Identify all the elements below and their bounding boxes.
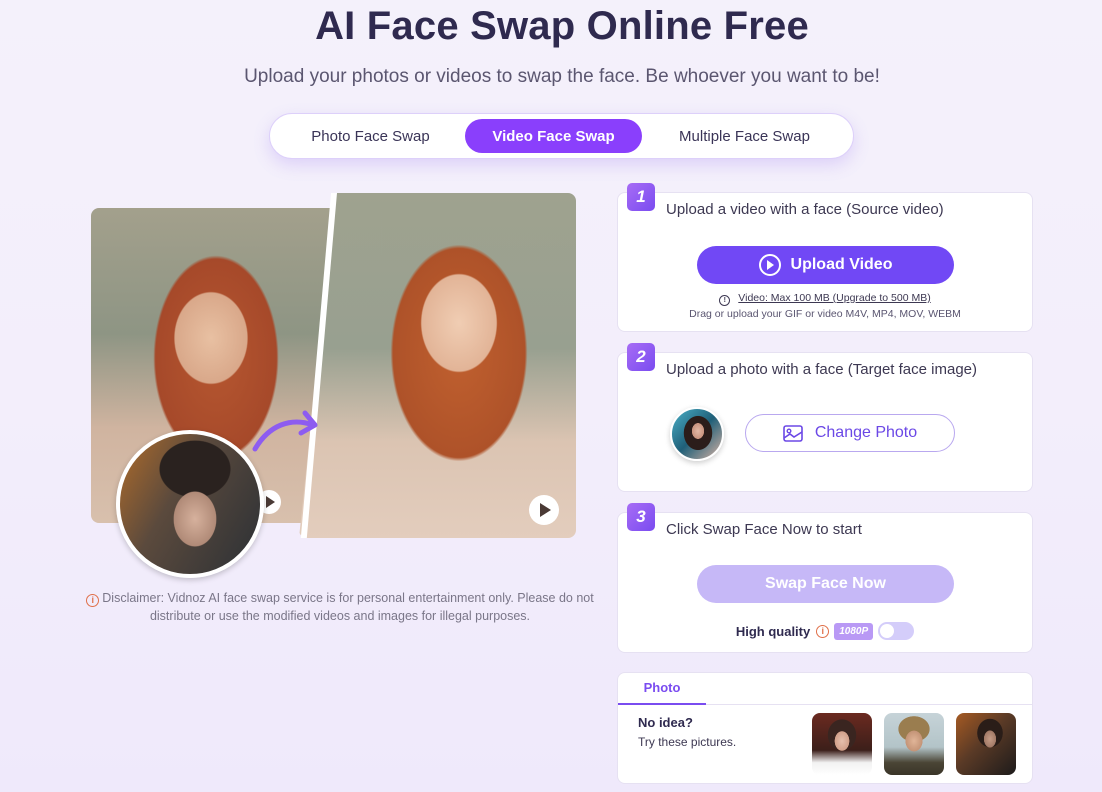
- info-icon[interactable]: i: [816, 624, 830, 638]
- result-video-preview: [299, 193, 576, 538]
- step-2-card: 2 Upload a photo with a face (Target fac…: [617, 343, 1033, 492]
- high-quality-label: High quality: [735, 623, 811, 639]
- change-photo-label: Change Photo: [814, 424, 918, 441]
- disclaimer: i Disclaimer: Vidnoz AI face swap service…: [85, 589, 595, 625]
- supported-formats: Drag or upload your GIF or video M4V, MP…: [689, 308, 961, 320]
- target-face-thumbnail: [116, 430, 264, 578]
- swap-arrow-icon: [252, 410, 318, 452]
- tab-multiple-face-swap[interactable]: Multiple Face Swap: [642, 119, 847, 153]
- swap-face-now-button[interactable]: Swap Face Now: [697, 565, 954, 603]
- upload-video-button[interactable]: Upload Video: [697, 246, 954, 284]
- info-icon: i: [86, 594, 100, 607]
- upload-video-label: Upload Video: [790, 256, 893, 273]
- image-icon: [783, 424, 803, 442]
- mode-tabs: Photo Face Swap Video Face Swap Multiple…: [269, 113, 854, 159]
- sample-picture[interactable]: [812, 713, 872, 775]
- sample-pictures-card: Photo No idea? Try these pictures.: [617, 672, 1033, 784]
- step-3-label: Click Swap Face Now to start: [666, 521, 862, 538]
- change-photo-button[interactable]: Change Photo: [745, 414, 955, 452]
- step-1-card: 1 Upload a video with a face (Source vid…: [617, 183, 1033, 332]
- play-result-button[interactable]: [529, 495, 559, 525]
- step-3-card: 3 Click Swap Face Now to start Swap Face…: [617, 503, 1033, 653]
- sample-picture[interactable]: [956, 713, 1016, 775]
- step-number-badge: 2: [627, 343, 655, 371]
- tab-photo-face-swap[interactable]: Photo Face Swap: [276, 119, 465, 153]
- tab-video-face-swap[interactable]: Video Face Swap: [465, 119, 642, 153]
- disclaimer-text: Disclaimer: Vidnoz AI face swap service …: [102, 591, 594, 623]
- tab-photo[interactable]: Photo: [618, 673, 706, 705]
- step-number-badge: 3: [627, 503, 655, 531]
- upload-limit: ! Video: Max 100 MB (Upgrade to 500 MB): [618, 292, 1032, 306]
- target-face-avatar: [670, 407, 724, 461]
- step-1-label: Upload a video with a face (Source video…: [666, 201, 944, 218]
- example-showcase: [91, 193, 576, 583]
- toggle-knob: [880, 624, 895, 638]
- high-quality-toggle[interactable]: [878, 622, 915, 640]
- no-idea-heading: No idea?: [638, 715, 693, 730]
- upgrade-link[interactable]: Video: Max 100 MB (Upgrade to 500 MB): [738, 292, 930, 304]
- sample-tabbar: Photo: [618, 673, 1032, 705]
- resolution-badge: 1080P: [834, 622, 874, 640]
- page-title: AI Face Swap Online Free: [315, 4, 809, 48]
- step-2-label: Upload a photo with a face (Target face …: [666, 361, 978, 378]
- play-icon: [540, 503, 551, 517]
- play-icon: [266, 496, 275, 508]
- step-number-badge: 1: [627, 183, 655, 211]
- play-circle-icon: [758, 254, 781, 276]
- try-these-text: Try these pictures.: [638, 735, 737, 749]
- high-quality-row: High quality i 1080P: [618, 622, 1032, 640]
- alert-circle-icon: !: [719, 295, 731, 306]
- page-subtitle: Upload your photos or videos to swap the…: [244, 66, 880, 87]
- sample-picture[interactable]: [884, 713, 944, 775]
